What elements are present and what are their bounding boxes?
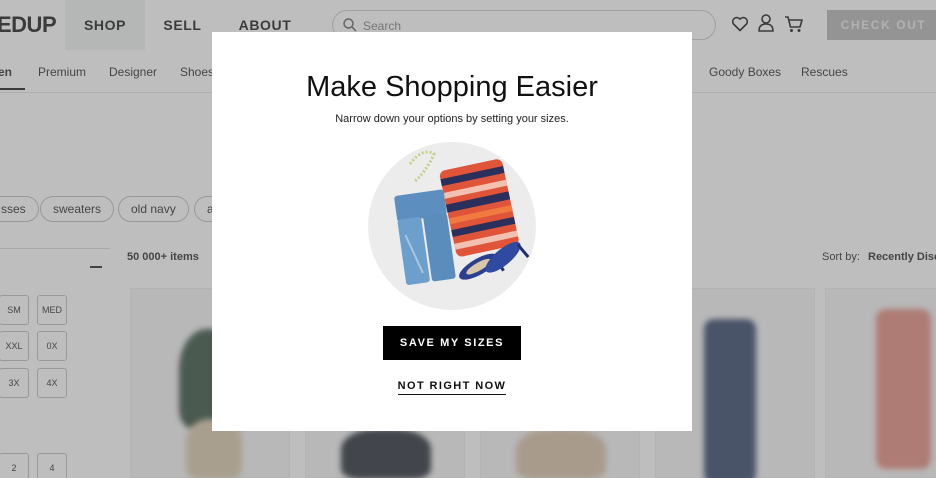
modal-title: Make Shopping Easier [306, 71, 598, 103]
size-modal: Make Shopping Easier Narrow down your op… [212, 32, 692, 431]
clothing-illustration [368, 142, 536, 310]
not-right-now-link[interactable]: NOT RIGHT NOW [397, 380, 507, 395]
not-right-now-container: NOT RIGHT NOW [212, 376, 692, 395]
modal-subtitle: Narrow down your options by setting your… [335, 113, 569, 125]
save-my-sizes-button[interactable]: SAVE MY SIZES [383, 326, 521, 360]
page: EDUP SHOP SELL ABOUT CHECK OUT en Pre [0, 0, 936, 478]
